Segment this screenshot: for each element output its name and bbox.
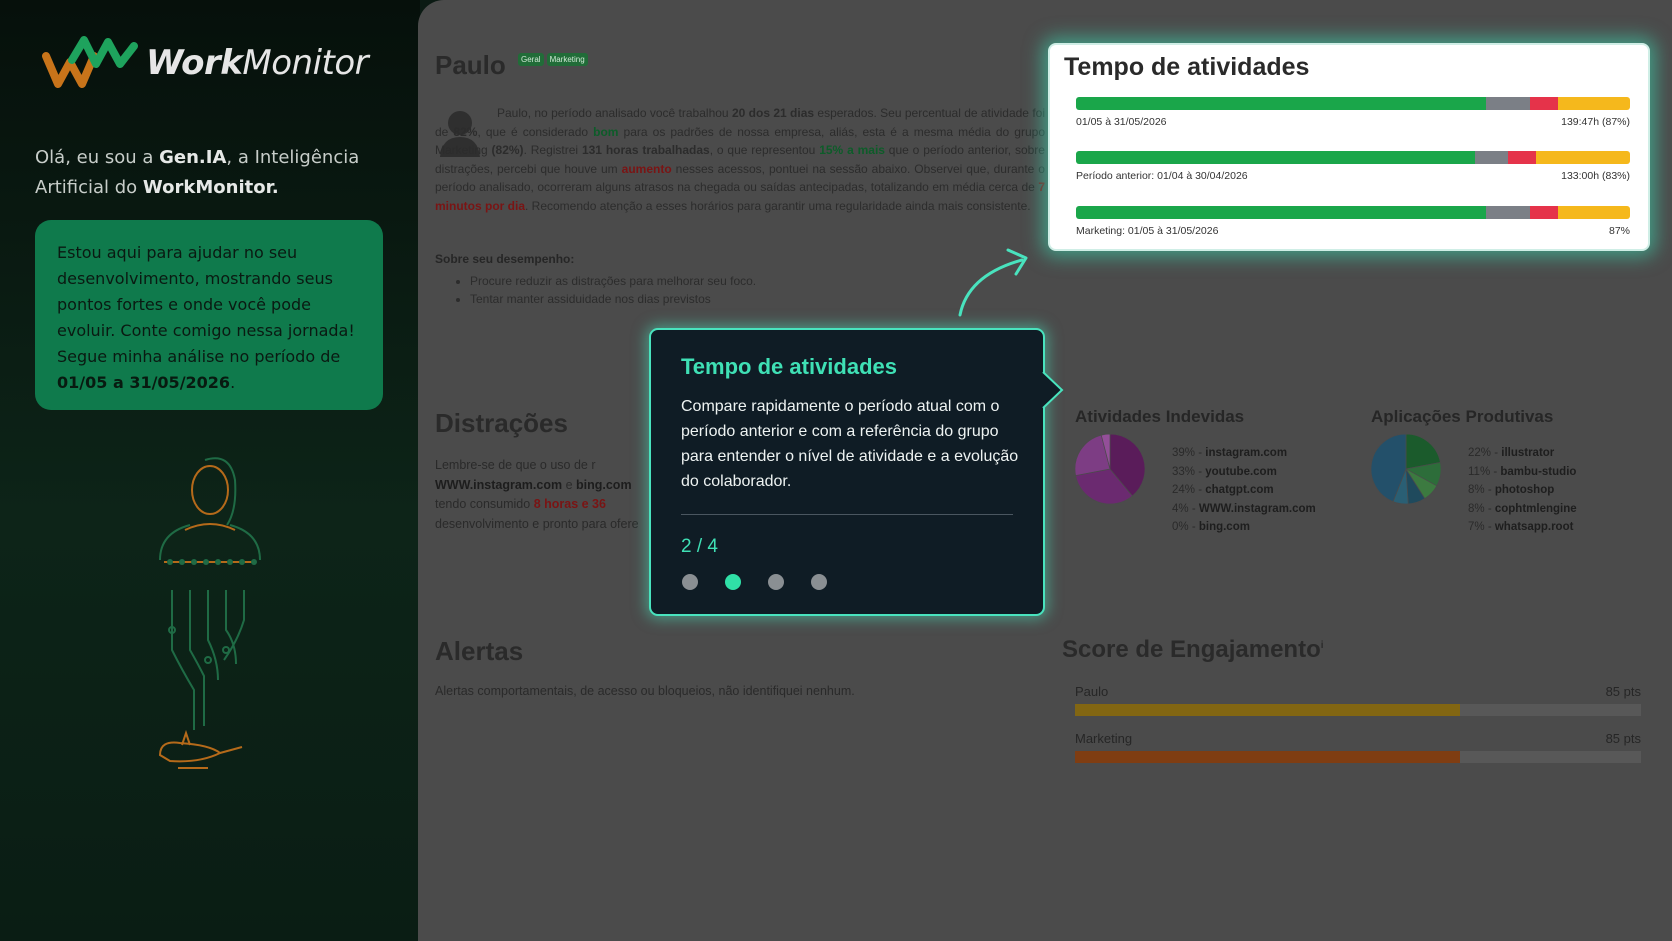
logo-text-bold: Work	[146, 43, 243, 83]
activity-row-current: 01/05 à 31/05/2026 139:47h (87%)	[1076, 97, 1630, 128]
tour-step-dots	[682, 574, 827, 590]
score-points: 85 pts	[1605, 731, 1641, 746]
productive-item: 11% - bambu-studio	[1468, 465, 1577, 478]
tooltip-body: Compare rapidamente o período atual com …	[681, 398, 1019, 490]
activity-period-label: Marketing: 01/05 à 31/05/2026	[1076, 225, 1219, 237]
activity-bar-segment	[1076, 151, 1475, 164]
activity-time-title: Tempo de atividades	[1064, 53, 1310, 81]
activity-bar-segment	[1535, 151, 1630, 164]
activity-bar-segment	[1508, 151, 1536, 164]
score-track	[1075, 751, 1641, 763]
tour-step-dot[interactable]	[725, 574, 741, 590]
tooltip-divider	[681, 514, 1013, 515]
performance-tips: Procure reduzir as distrações para melho…	[470, 272, 756, 308]
score-points: 85 pts	[1605, 684, 1641, 699]
tour-tooltip: Tempo de atividades Compare rapidamente …	[649, 328, 1045, 616]
productive-item: 7% - whatsapp.root	[1468, 521, 1574, 533]
logo-text-light: Monitor	[242, 43, 369, 83]
workmonitor-logo: WorkMonitor	[42, 34, 369, 92]
genie-illustration	[158, 457, 261, 769]
activity-bar-segment	[1474, 151, 1509, 164]
performance-summary: Paulo, no período analisado você trabalh…	[435, 106, 1045, 213]
improper-activities-pie	[1075, 434, 1145, 504]
score-fill	[1075, 751, 1460, 763]
ai-name: Gen.IA	[159, 147, 227, 168]
activity-bar-segment	[1076, 97, 1486, 110]
performance-heading: Sobre seu desempenho:	[435, 252, 575, 266]
performance-tip: Procure reduzir as distrações para melho…	[470, 272, 756, 290]
productive-item: 22% - illustrator	[1468, 447, 1555, 459]
tooltip-pointer	[1042, 371, 1064, 409]
activity-value: 133:00h (83%)	[1561, 170, 1630, 182]
employee-badges: Geral Marketing	[518, 53, 588, 66]
activity-bar-segment	[1485, 97, 1531, 110]
productive-apps-pie	[1371, 434, 1441, 504]
productive-apps-title: Aplicações Produtivas	[1371, 407, 1554, 426]
productive-item: 8% - photoshop	[1468, 484, 1555, 496]
assistant-intro: Olá, eu sou a Gen.IA, a Inteligência Art…	[35, 147, 360, 198]
activity-bar-segment	[1530, 97, 1558, 110]
assistant-message: Estou aqui para ajudar no seu desenvolvi…	[57, 243, 355, 366]
activity-period-label: Período anterior: 01/04 à 30/04/2026	[1076, 170, 1248, 182]
activity-value: 87%	[1608, 225, 1630, 237]
analysis-period: 01/05 a 31/05/2026	[57, 373, 231, 392]
tooltip-title: Tempo de atividades	[681, 354, 897, 379]
productive-apps-list: 22% - illustrator 11% - bambu-studio 8% …	[1468, 444, 1577, 537]
distractions-title: Distrações	[435, 408, 568, 438]
activity-row-previous: Período anterior: 01/04 à 30/04/2026 133:…	[1076, 151, 1630, 182]
improper-item: 24% - chatgpt.com	[1172, 484, 1274, 496]
activity-time-card[interactable]: Tempo de atividades 01/05 à 31/05/2026 13…	[1048, 43, 1650, 251]
workmonitor-logo-icon	[42, 36, 138, 88]
improper-item: 0% - bing.com	[1172, 521, 1250, 533]
score-row-employee: Paulo 85 pts	[1075, 684, 1641, 716]
activity-bar-segment	[1557, 97, 1630, 110]
score-label: Marketing	[1075, 731, 1133, 746]
improper-activities-list: 39% - instagram.com 33% - youtube.com 24…	[1172, 444, 1316, 537]
badge-general: Geral	[518, 53, 544, 66]
distractions-text: Lembre-se de que o uso de r WWW.instagram…	[435, 458, 639, 531]
activity-bar	[1076, 151, 1630, 164]
score-row-group: Marketing 85 pts	[1075, 731, 1641, 763]
badge-marketing: Marketing	[546, 53, 588, 66]
score-track	[1075, 704, 1641, 716]
tooltip-step-counter: 2 / 4	[681, 536, 718, 557]
engagement-score-title: Score de Engajamentoi	[1062, 636, 1324, 663]
info-icon[interactable]: i	[1321, 640, 1324, 651]
tour-step-dot[interactable]	[811, 574, 827, 590]
alerts-title: Alertas	[435, 636, 524, 666]
performance-tip: Tentar manter assiduidade nos dias previ…	[470, 290, 756, 308]
activity-bar-segment	[1485, 206, 1531, 219]
pointer-arrow-icon	[958, 248, 1028, 317]
assistant-sidebar: WorkMonitor Olá, eu sou a Gen.IA, a Inte…	[0, 0, 420, 941]
assistant-message-card: Estou aqui para ajudar no seu desenvolvi…	[35, 220, 383, 410]
activity-bar	[1076, 97, 1630, 110]
activity-bar-segment	[1557, 206, 1630, 219]
activity-value: 139:47h (87%)	[1561, 116, 1630, 128]
improper-item: 39% - instagram.com	[1172, 447, 1288, 459]
productive-item: 8% - cophtmlengine	[1468, 502, 1577, 515]
activity-period-label: 01/05 à 31/05/2026	[1076, 116, 1167, 128]
tour-step-dot[interactable]	[768, 574, 784, 590]
activity-row-group: Marketing: 01/05 à 31/05/2026 87%	[1076, 206, 1630, 237]
app-name: WorkMonitor.	[142, 177, 279, 198]
employee-name: Paulo	[435, 50, 506, 80]
score-fill	[1075, 704, 1460, 716]
tour-step-dot[interactable]	[682, 574, 698, 590]
improper-activities-title: Atividades Indevidas	[1075, 407, 1245, 426]
activity-bar-segment	[1076, 206, 1486, 219]
activity-bar-segment	[1530, 206, 1558, 219]
logo-text: WorkMonitor	[146, 43, 369, 83]
alerts-text: Alertas comportamentais, de acesso ou bl…	[435, 684, 855, 698]
score-label: Paulo	[1075, 684, 1109, 699]
improper-item: 4% - WWW.instagram.com	[1172, 502, 1316, 515]
activity-bar	[1076, 206, 1630, 219]
improper-item: 33% - youtube.com	[1172, 465, 1277, 478]
